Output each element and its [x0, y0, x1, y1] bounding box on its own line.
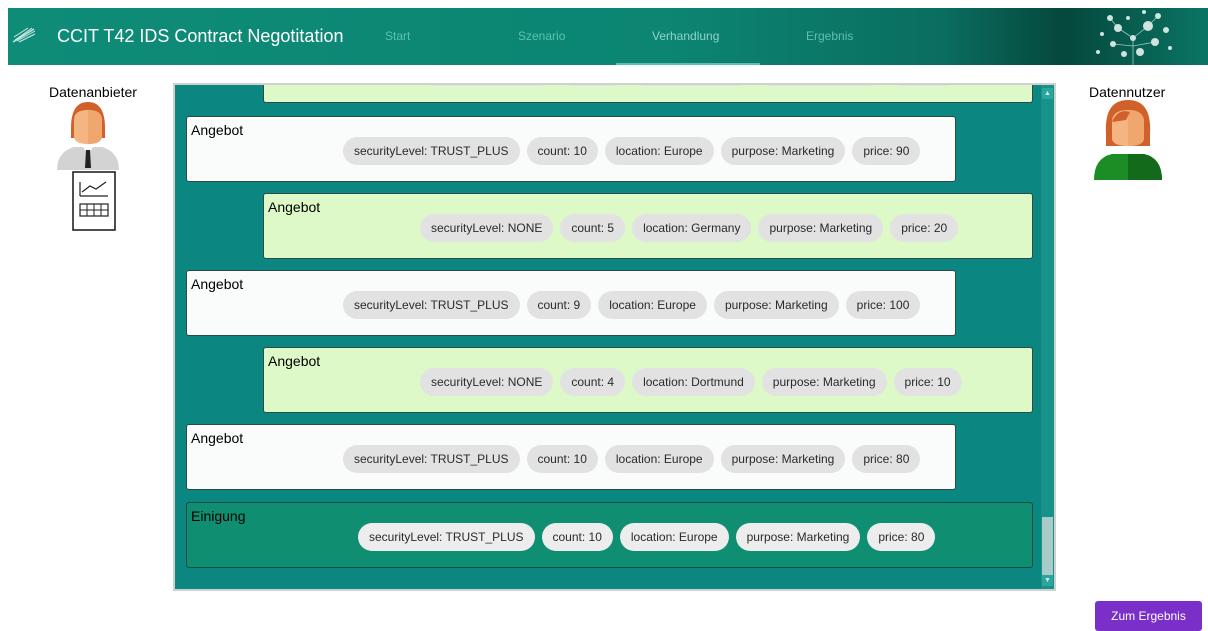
offer-card-consumer: Angebot securityLevel: NONE count: 4 locati… — [263, 347, 1033, 413]
active-nav-indicator — [616, 63, 760, 65]
attribute-chips: securityLevel: TRUST_PLUS count: 10 locati… — [343, 137, 921, 165]
attribute-chips: securityLevel: NONE count: 4 location: Dor… — [420, 368, 962, 396]
price-chip: price: 80 — [852, 445, 921, 473]
count-chip: count: 5 — [560, 85, 626, 86]
price-chip: price: 100 — [845, 291, 921, 319]
digital-tree-icon — [1096, 10, 1172, 65]
businessman-with-chart-document-icon — [57, 102, 119, 231]
negotiation-panel[interactable]: AngebotsecurityLevel: NONEcount: 5locati… — [173, 83, 1056, 591]
vertical-scrollbar[interactable]: ▲ ▼ — [1041, 85, 1054, 589]
nav-verhandlung[interactable]: Verhandlung — [652, 29, 719, 43]
count-chip: count: 10 — [526, 137, 598, 165]
securitylevel-chip: securityLevel: NONE — [420, 368, 554, 396]
count-chip: count: 10 — [526, 445, 598, 473]
securitylevel-chip: securityLevel: TRUST_PLUS — [358, 523, 535, 551]
to-result-button[interactable]: Zum Ergebnis — [1095, 601, 1202, 631]
attribute-chips: securityLevel: TRUST_PLUS count: 9 locatio… — [343, 291, 921, 319]
offer-card-consumer: AngebotsecurityLevel: NONEcount: 5locati… — [263, 85, 1033, 103]
securitylevel-chip: securityLevel: NONE — [420, 85, 554, 86]
app-title: CCIT T42 IDS Contract Negotitation — [57, 26, 344, 46]
count-chip: count: 9 — [526, 291, 592, 319]
purpose-chip: purpose: Marketing — [735, 523, 861, 551]
location-chip: location: Europe — [598, 291, 707, 319]
attribute-chips: securityLevel: TRUST_PLUS count: 10 locati… — [358, 523, 936, 551]
location-chip: location: Dortmund — [632, 368, 755, 396]
securitylevel-chip: securityLevel: NONE — [420, 214, 554, 242]
purpose-chip: purpose: Marketing — [713, 291, 839, 319]
card-title: Angebot — [268, 199, 321, 215]
location-chip: location: Germany — [632, 85, 752, 86]
securitylevel-chip: securityLevel: TRUST_PLUS — [343, 291, 520, 319]
price-chip: price: 20 — [890, 214, 959, 242]
nav-start[interactable]: Start — [385, 29, 410, 43]
offer-card-provider: Angebot securityLevel: TRUST_PLUS count: 1… — [186, 424, 956, 490]
agreement-card: Einigung securityLevel: TRUST_PLUS count: … — [186, 502, 1033, 568]
price-chip: price: 20 — [890, 85, 959, 86]
card-title: Angebot — [191, 122, 244, 138]
purpose-chip: purpose: Marketing — [720, 137, 846, 165]
location-chip: location: Europe — [604, 137, 714, 165]
count-chip: count: 5 — [560, 214, 626, 242]
price-chip: price: 90 — [852, 137, 921, 165]
attribute-chips: securityLevel: TRUST_PLUS count: 10 locati… — [343, 445, 921, 473]
purpose-chip: purpose: Marketing — [761, 368, 887, 396]
count-chip: count: 10 — [541, 523, 613, 551]
securitylevel-chip: securityLevel: TRUST_PLUS — [343, 137, 520, 165]
price-chip: price: 80 — [867, 523, 936, 551]
woman-avatar-icon — [1094, 100, 1162, 180]
purpose-chip: purpose: Marketing — [758, 214, 884, 242]
price-chip: price: 10 — [893, 368, 962, 396]
purpose-chip: purpose: Marketing — [758, 85, 884, 86]
location-chip: location: Europe — [604, 445, 714, 473]
card-title: Angebot — [268, 353, 321, 369]
attribute-chips: securityLevel: NONE count: 5 location: Ger… — [420, 85, 959, 86]
securitylevel-chip: securityLevel: TRUST_PLUS — [343, 445, 520, 473]
location-chip: location: Germany — [632, 214, 752, 242]
scroll-down-arrow-icon[interactable]: ▼ — [1042, 575, 1053, 586]
purpose-chip: purpose: Marketing — [720, 445, 846, 473]
offer-card-consumer: Angebot securityLevel: NONEcount: 5locati… — [263, 193, 1033, 259]
count-chip: count: 4 — [560, 368, 626, 396]
offer-card-provider: Angebot securityLevel: TRUST_PLUS count: 9… — [186, 270, 956, 336]
app-header: CCIT T42 IDS Contract Negotitation Start… — [8, 8, 1208, 65]
scroll-up-arrow-icon[interactable]: ▲ — [1042, 88, 1053, 99]
offer-card-provider: Angebot securityLevel: TRUST_PLUS count: 1… — [186, 116, 956, 182]
feather-logo-icon — [12, 27, 36, 43]
card-title: Angebot — [191, 276, 244, 292]
nav-ergebnis[interactable]: Ergebnis — [806, 29, 853, 43]
nav-szenario[interactable]: Szenario — [518, 29, 565, 43]
card-title: Einigung — [191, 508, 246, 524]
location-chip: location: Europe — [619, 523, 729, 551]
card-title: Angebot — [191, 430, 244, 446]
scroll-thumb[interactable] — [1042, 517, 1053, 577]
attribute-chips: securityLevel: NONEcount: 5location: Ger… — [420, 214, 959, 242]
